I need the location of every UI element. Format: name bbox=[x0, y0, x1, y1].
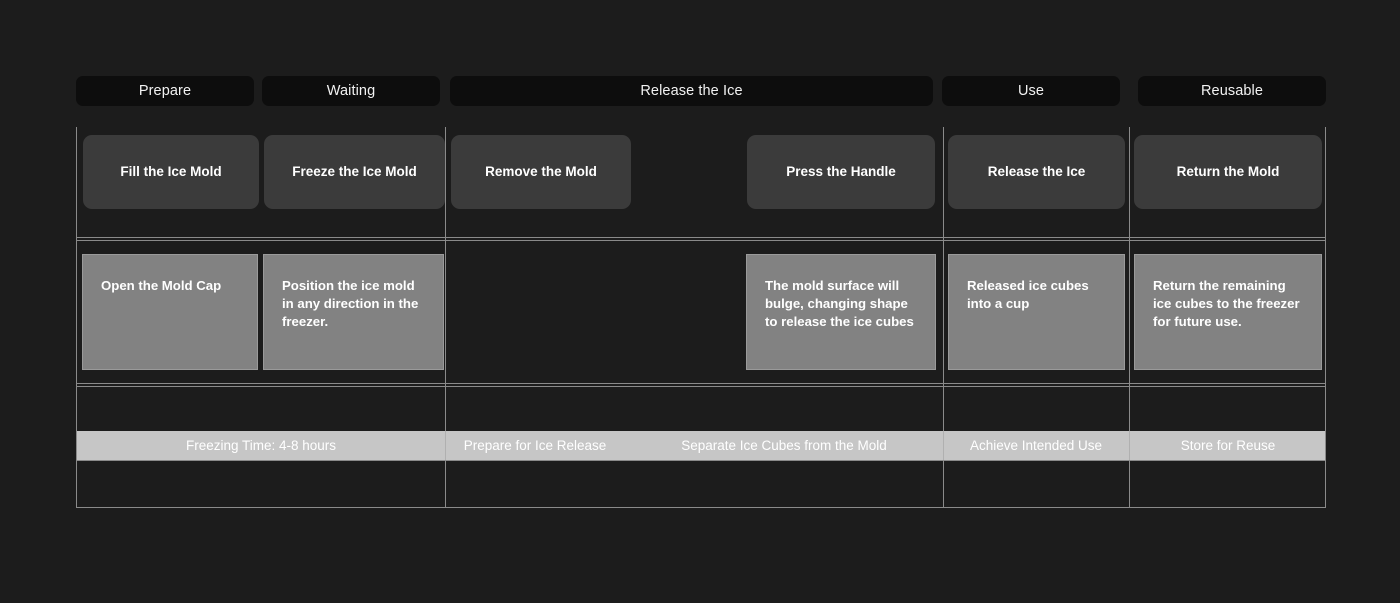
step-label: Fill the Ice Mold bbox=[120, 163, 222, 179]
step-label: Release the Ice bbox=[987, 163, 1086, 179]
storyboard-canvas: Prepare Waiting Release the Ice Use Reus… bbox=[0, 0, 1400, 603]
phase-chip-release-the-ice[interactable]: Release the Ice bbox=[450, 76, 933, 106]
phase-label: Reusable bbox=[1200, 83, 1264, 99]
detail-card-position-the-ice-mold[interactable]: Position the ice mold in any direction i… bbox=[263, 254, 444, 370]
outcome-cell-separate-ice-cubes[interactable]: Separate Ice Cubes from the Mold bbox=[625, 431, 943, 460]
phase-label: Waiting bbox=[326, 83, 376, 99]
outcome-label: Prepare for Ice Release bbox=[463, 438, 607, 453]
phase-chip-reusable[interactable]: Reusable bbox=[1138, 76, 1326, 106]
grid-hline-5 bbox=[77, 460, 1325, 461]
phase-chip-waiting[interactable]: Waiting bbox=[262, 76, 440, 106]
outcome-cell-prepare-for-ice-release[interactable]: Prepare for Ice Release bbox=[445, 431, 625, 460]
outcome-cell-achieve-intended-use[interactable]: Achieve Intended Use bbox=[943, 431, 1129, 460]
detail-card-mold-surface-bulge[interactable]: The mold surface will bulge, changing sh… bbox=[746, 254, 936, 370]
grid-hline-1 bbox=[77, 237, 1325, 238]
step-card-return-the-mold[interactable]: Return the Mold bbox=[1134, 135, 1322, 209]
phase-header-row: Prepare Waiting Release the Ice Use Reus… bbox=[76, 76, 1326, 106]
outcome-label: Achieve Intended Use bbox=[969, 438, 1103, 453]
phase-label: Release the Ice bbox=[640, 83, 743, 99]
outcome-cell-freezing-time[interactable]: Freezing Time: 4-8 hours bbox=[77, 431, 445, 460]
step-card-freeze-the-ice-mold[interactable]: Freeze the Ice Mold bbox=[264, 135, 445, 209]
phase-chip-prepare[interactable]: Prepare bbox=[76, 76, 254, 106]
step-label: Freeze the Ice Mold bbox=[292, 163, 417, 179]
step-label: Remove the Mold bbox=[485, 163, 597, 179]
step-label: Press the Handle bbox=[786, 163, 896, 179]
outcome-cell-store-for-reuse[interactable]: Store for Reuse bbox=[1129, 431, 1327, 460]
step-card-remove-the-mold[interactable]: Remove the Mold bbox=[451, 135, 631, 209]
detail-text: Return the remaining ice cubes to the fr… bbox=[1153, 278, 1300, 330]
grid-hline-4 bbox=[77, 386, 1325, 387]
outcome-label: Separate Ice Cubes from the Mold bbox=[681, 438, 887, 453]
phase-chip-use[interactable]: Use bbox=[942, 76, 1120, 106]
storyboard-grid: Fill the Ice Mold Freeze the Ice Mold Re… bbox=[76, 127, 1326, 508]
phase-label: Use bbox=[1017, 83, 1045, 99]
detail-text: Position the ice mold in any direction i… bbox=[282, 278, 419, 330]
step-card-fill-the-ice-mold[interactable]: Fill the Ice Mold bbox=[83, 135, 259, 209]
detail-text: The mold surface will bulge, changing sh… bbox=[765, 278, 914, 330]
step-card-release-the-ice[interactable]: Release the Ice bbox=[948, 135, 1125, 209]
grid-hline-2 bbox=[77, 240, 1325, 241]
detail-card-released-ice-cubes[interactable]: Released ice cubes into a cup bbox=[948, 254, 1125, 370]
phase-label: Prepare bbox=[138, 83, 192, 99]
outcome-label: Store for Reuse bbox=[1180, 438, 1276, 453]
detail-card-return-remaining-ice[interactable]: Return the remaining ice cubes to the fr… bbox=[1134, 254, 1322, 370]
outcome-label: Freezing Time: 4-8 hours bbox=[185, 438, 337, 453]
detail-text: Open the Mold Cap bbox=[101, 278, 222, 293]
outcome-strip: Freezing Time: 4-8 hours Prepare for Ice… bbox=[77, 431, 1325, 460]
step-label: Return the Mold bbox=[1176, 163, 1280, 179]
detail-text: Released ice cubes into a cup bbox=[967, 278, 1089, 312]
grid-hline-3 bbox=[77, 383, 1325, 384]
detail-card-open-the-mold-cap[interactable]: Open the Mold Cap bbox=[82, 254, 258, 370]
step-card-press-the-handle[interactable]: Press the Handle bbox=[747, 135, 935, 209]
